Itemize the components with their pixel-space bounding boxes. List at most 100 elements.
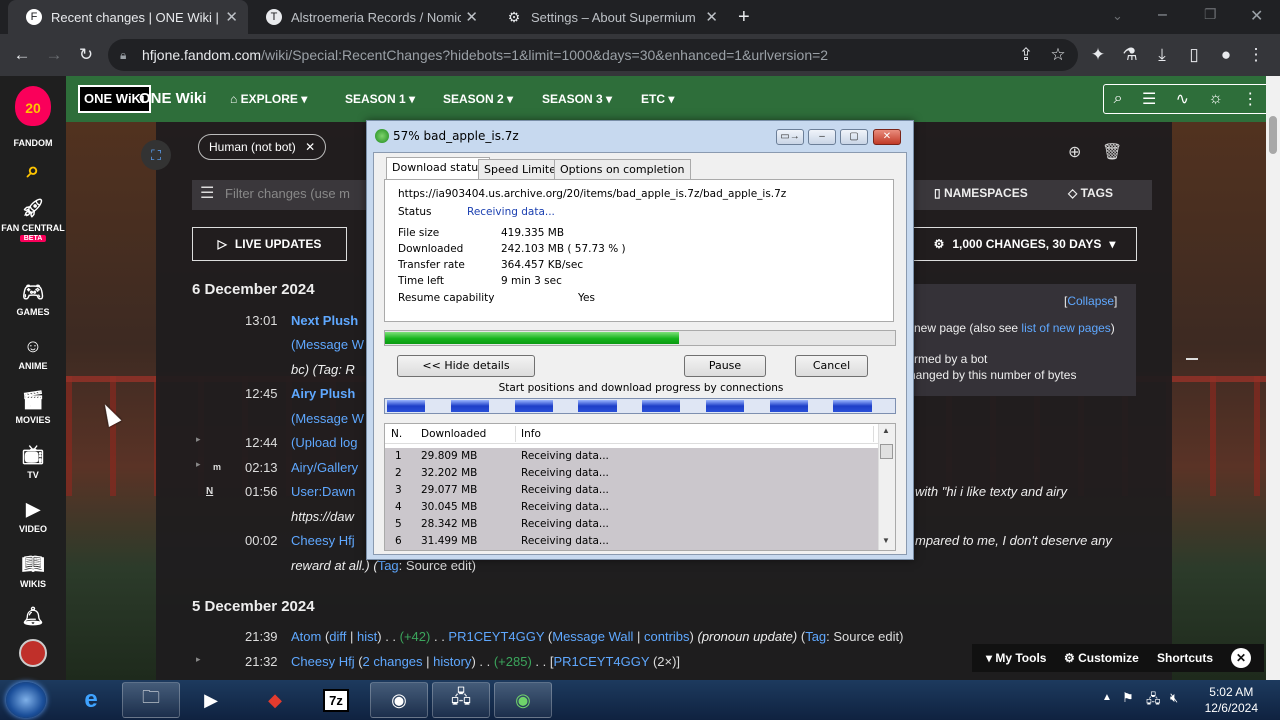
tab-recent-changes[interactable]: F Recent changes | ONE Wiki | Fan ✕ (8, 0, 248, 34)
col-n[interactable]: N. (391, 428, 402, 440)
tab-search-icon[interactable]: ⌄ (1112, 8, 1123, 24)
col-downloaded[interactable]: Downloaded (421, 428, 486, 440)
tab-options-on-completion[interactable]: Options on completion (554, 159, 691, 179)
notifications-bell[interactable]: 🔔︎ (0, 604, 66, 631)
hide-details-button[interactable]: << Hide details (397, 355, 535, 377)
red-app-icon[interactable]: ◆ (246, 682, 304, 718)
diff-link[interactable]: diff (329, 629, 346, 644)
user-link[interactable]: PR1CEYT4GGY (448, 629, 544, 644)
theme-toggle-icon[interactable]: ☼ (1208, 90, 1223, 108)
user-link[interactable]: PR1CEYT4GGY (553, 654, 649, 669)
flask-icon[interactable]: ⚗ (1117, 42, 1143, 68)
media-player-icon[interactable]: ▶ (182, 682, 240, 718)
page-link[interactable]: Atom (291, 629, 321, 644)
page-link[interactable]: User:Dawn (291, 484, 355, 499)
sidebar-item-movies[interactable]: 🎬︎ MOVIES (0, 388, 66, 425)
back-arrow-icon[interactable]: ← (9, 42, 35, 68)
avatar[interactable] (19, 639, 47, 667)
trash-icon[interactable]: 🗑︎ (1102, 142, 1122, 162)
bookmark-filter-icon[interactable]: ⊕ (1068, 142, 1081, 162)
network-icon[interactable]: 🖧 (432, 682, 490, 718)
scroll-down-icon[interactable]: ▼ (882, 536, 890, 545)
list-scrollbar[interactable]: ▲ ▼ (878, 424, 895, 550)
bookmark-star-icon[interactable]: ☆ (1045, 42, 1071, 68)
sidebar-item-anime[interactable]: ☺ ANIME (0, 334, 66, 371)
sidebar-item-fan-central[interactable]: 🚀︎ FAN CENTRAL BETA (0, 196, 66, 242)
menu-kebab-icon[interactable]: ⋮ (1243, 42, 1269, 68)
sidebar-item-games[interactable]: 🎮︎ GAMES (0, 280, 66, 317)
changes-link[interactable]: 2 changes (363, 654, 423, 669)
message-wall-link[interactable]: (Message W (291, 337, 364, 352)
fullscreen-toggle-icon[interactable]: ⛶ (141, 140, 171, 170)
scroll-up-icon[interactable]: ▲ (882, 426, 890, 435)
cancel-button[interactable]: Cancel (795, 355, 868, 377)
idm-icon[interactable]: ◉ (494, 682, 552, 718)
wiki-name[interactable]: ONE Wiki (139, 76, 206, 122)
namespaces-button[interactable]: ▯ NAMESPACES (934, 186, 1028, 200)
forward-arrow-icon[interactable]: → (41, 42, 67, 68)
fandom-logo[interactable]: 20 (15, 86, 51, 126)
sidebar-item-tv[interactable]: 📺︎ TV (0, 443, 66, 480)
remove-filter-icon[interactable]: ✕ (305, 140, 315, 154)
sidepanel-icon[interactable]: ▯ (1181, 42, 1207, 68)
network-tray-icon[interactable]: 🖧 (1146, 690, 1161, 712)
shortcuts-button[interactable]: Shortcuts (1157, 651, 1213, 665)
message-wall-link[interactable]: Message Wall (552, 629, 633, 644)
close-tab-icon[interactable]: ✕ (225, 8, 238, 26)
tag-link[interactable]: Tag (378, 558, 399, 573)
maximize-button[interactable]: ▢ (840, 129, 868, 145)
restore-window-button[interactable]: ❐ (1204, 6, 1217, 23)
close-window-button[interactable]: ✕ (1250, 6, 1263, 26)
action-center-flag-icon[interactable]: ⚑ (1122, 690, 1134, 706)
page-link[interactable]: Airy Plush (291, 386, 355, 401)
contribs-link[interactable]: contribs (644, 629, 690, 644)
message-wall-link[interactable]: (Message W (291, 411, 364, 426)
upload-log-link[interactable]: (Upload log (291, 435, 358, 450)
hist-link[interactable]: hist (357, 629, 377, 644)
to-tray-button[interactable]: ▭→ (776, 129, 804, 145)
changes-options-button[interactable]: ⚙ 1,000 CHANGES, 30 DAYS ▾ (912, 227, 1137, 261)
collapse-link[interactable]: [Collapse] (1064, 294, 1117, 308)
close-tab-icon[interactable]: ✕ (705, 8, 718, 26)
pause-button[interactable]: Pause (684, 355, 766, 377)
tab-settings[interactable]: ⚙ Settings – About Supermium ✕ (488, 0, 728, 34)
system-clock[interactable]: 5:02 AM 12/6/2024 (1205, 684, 1258, 716)
ie-icon[interactable]: e (62, 682, 120, 718)
connections-list[interactable]: N. Downloaded Info 1 29.809 MB Receiving d… (384, 423, 896, 551)
page-link[interactable]: Cheesy Hfj (291, 654, 355, 669)
page-link[interactable]: Cheesy Hfj (291, 533, 355, 548)
nav-season-2[interactable]: SEASON 2 ▾ (443, 76, 513, 122)
volume-muted-icon[interactable]: 🔇︎ (1170, 690, 1178, 706)
start-button-windows-icon[interactable] (6, 682, 46, 718)
activity-icon[interactable]: ∿ (1176, 89, 1189, 109)
page-link[interactable]: Airy/Gallery (291, 460, 358, 475)
list-of-new-pages-link[interactable]: list of new pages (1021, 321, 1110, 335)
page-link[interactable]: Next Plush (291, 313, 358, 328)
tray-expand-icon[interactable]: ▲ (1102, 692, 1112, 703)
page-scrollbar[interactable] (1266, 76, 1280, 680)
tags-button[interactable]: ◇ TAGS (1068, 186, 1113, 200)
live-updates-button[interactable]: ▷ LIVE UPDATES (192, 227, 347, 261)
minimize-window-button[interactable]: – (1158, 6, 1167, 24)
filter-input[interactable]: Filter changes (use m (225, 186, 350, 201)
sidebar-item-wikis[interactable]: 📖︎ WIKIS (0, 552, 66, 589)
close-tab-icon[interactable]: ✕ (465, 8, 478, 26)
table-row[interactable]: 4 30.045 MB Receiving data... (385, 499, 878, 516)
profile-icon[interactable]: ● (1213, 42, 1239, 68)
expand-arrow-icon[interactable]: ▸ (196, 654, 201, 665)
tag-link[interactable]: Tag (805, 629, 826, 644)
nav-etc[interactable]: ETC ▾ (641, 76, 674, 122)
table-row[interactable]: 6 31.499 MB Receiving data... (385, 533, 878, 550)
extensions-puzzle-icon[interactable]: ✦ (1085, 42, 1111, 68)
search-icon[interactable]: ⌕ (1114, 90, 1123, 108)
download-icon[interactable]: ⤓ (1149, 42, 1175, 68)
close-button[interactable]: ✕ (873, 129, 901, 145)
scrollbar-thumb[interactable] (880, 444, 893, 459)
nav-explore[interactable]: ⌂ EXPLORE ▾ (230, 76, 307, 122)
close-icon[interactable]: ✕ (1231, 648, 1251, 668)
table-row[interactable]: 5 28.342 MB Receiving data... (385, 516, 878, 533)
fandom-wordmark[interactable]: FANDOM (0, 138, 66, 148)
tab-alstroemeria[interactable]: T Alstroemeria Records / Nomico ✕ (248, 0, 488, 34)
7zip-icon[interactable]: 7z (307, 682, 365, 718)
table-row[interactable]: 1 29.809 MB Receiving data... (385, 448, 878, 465)
